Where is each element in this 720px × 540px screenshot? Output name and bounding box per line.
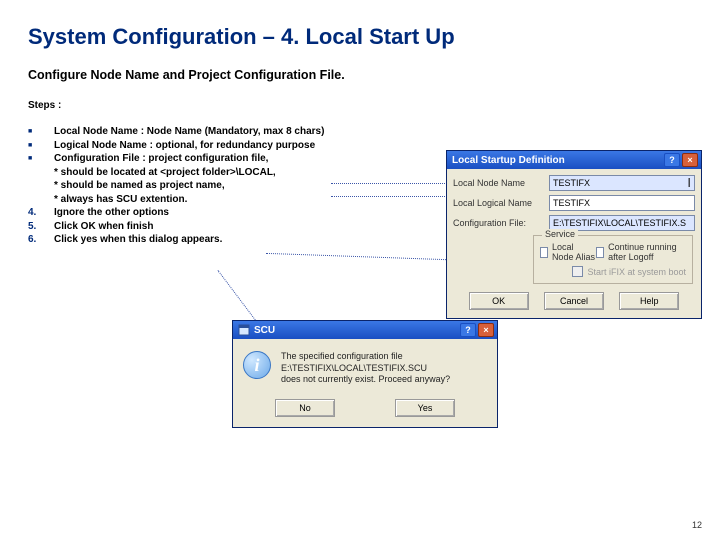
- service-group: Service Local Node Alias Continue runnin…: [533, 235, 693, 284]
- close-icon[interactable]: ×: [478, 323, 494, 337]
- page-subtitle: Configure Node Name and Project Configur…: [28, 68, 692, 82]
- dialog-title: SCU: [254, 325, 458, 336]
- local-node-field[interactable]: TESTIFX: [549, 175, 695, 191]
- scu-dialog: SCU ? × i The specified configuration fi…: [232, 320, 498, 428]
- start-at-boot-checkbox: Start iFIX at system boot: [572, 266, 686, 277]
- help-icon[interactable]: ?: [460, 323, 476, 337]
- app-icon: [238, 324, 250, 336]
- continue-after-logoff-checkbox[interactable]: Continue running after Logoff: [596, 242, 686, 262]
- local-startup-dialog: Local Startup Definition ? × I Local Nod…: [446, 150, 702, 319]
- ok-button[interactable]: OK: [469, 292, 529, 310]
- no-button[interactable]: No: [275, 399, 335, 417]
- connector-line: [331, 196, 449, 197]
- yes-button[interactable]: Yes: [395, 399, 455, 417]
- cursor-ibeam-icon: I: [687, 175, 691, 190]
- info-icon: i: [243, 351, 271, 379]
- titlebar[interactable]: SCU ? ×: [233, 321, 497, 339]
- checkbox-icon: [572, 266, 583, 277]
- close-icon[interactable]: ×: [682, 153, 698, 167]
- checkbox-icon: [596, 247, 604, 258]
- config-file-label: Configuration File:: [453, 218, 545, 228]
- help-icon[interactable]: ?: [664, 153, 680, 167]
- group-legend: Service: [542, 229, 578, 239]
- checkbox-icon: [540, 247, 548, 258]
- logical-node-field[interactable]: TESTIFX: [549, 195, 695, 211]
- dialog-message: The specified configuration file E:\TEST…: [281, 351, 487, 393]
- list-item: Local Node Name : Node Name (Mandatory, …: [28, 125, 692, 139]
- local-node-label: Local Node Name: [453, 178, 545, 188]
- page-title: System Configuration – 4. Local Start Up: [28, 24, 692, 50]
- connector-line: [331, 183, 449, 184]
- local-node-alias-checkbox[interactable]: Local Node Alias: [540, 242, 596, 262]
- dialog-title: Local Startup Definition: [452, 155, 662, 166]
- steps-heading: Steps :: [28, 100, 692, 111]
- titlebar[interactable]: Local Startup Definition ? ×: [447, 151, 701, 169]
- help-button[interactable]: Help: [619, 292, 679, 310]
- page-number: 12: [692, 520, 702, 530]
- cancel-button[interactable]: Cancel: [544, 292, 604, 310]
- logical-node-label: Local Logical Name: [453, 198, 545, 208]
